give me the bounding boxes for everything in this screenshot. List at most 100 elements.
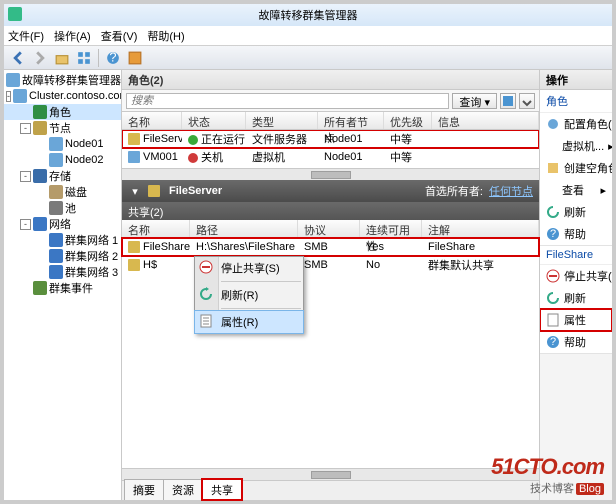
scrollbar-thumb[interactable] <box>311 171 351 179</box>
chevron-down-icon[interactable]: ▾ <box>128 184 142 198</box>
properties-icon <box>199 314 215 330</box>
refresh-icon <box>546 205 560 219</box>
fileserver-icon <box>128 133 140 145</box>
action-refresh[interactable]: 刷新 <box>540 201 612 223</box>
tree-events[interactable]: 群集事件 <box>4 280 121 296</box>
tree-nodes[interactable]: -节点 <box>4 120 121 136</box>
tree-root[interactable]: 故障转移群集管理器 <box>4 72 121 88</box>
shares-grid: 名称 路径 协议 连续可用性 注解 FileShare H:\Shares\Fi… <box>122 220 539 500</box>
action-stop-share[interactable]: 停止共享(R) <box>540 265 612 287</box>
svg-text:?: ? <box>109 51 116 65</box>
action-create-empty[interactable]: 创建空角色(E) <box>540 157 612 179</box>
ctx-properties[interactable]: 属性(R) <box>195 311 303 333</box>
watermark: 51CTO.com 技术博客Blog <box>491 454 604 496</box>
role-row[interactable]: VM001 关机 虚拟机 Node01 中等 <box>122 148 539 166</box>
nav-tree[interactable]: 故障转移群集管理器 -Cluster.contoso.com 角色 -节点 No… <box>4 70 122 500</box>
col-info[interactable]: 信息 <box>432 112 539 129</box>
toolbar: ? <box>4 46 612 70</box>
col-status[interactable]: 状态 <box>182 112 246 129</box>
pref-owner-link[interactable]: 任何节点 <box>489 183 533 199</box>
app-icon <box>8 7 22 21</box>
tree-roles[interactable]: 角色 <box>4 104 121 120</box>
help-icon: ? <box>546 335 560 349</box>
col-path[interactable]: 路径 <box>190 220 298 237</box>
context-menu[interactable]: 停止共享(S) 刷新(R) 属性(R) <box>194 256 304 334</box>
action-help2[interactable]: ?帮助 <box>540 331 612 353</box>
center-panel: 角色(2) 查询 ▾ 名称 状态 类型 所有者节点 优先级 信息 FileSer… <box>122 70 540 500</box>
expander-icon[interactable]: - <box>20 219 31 230</box>
ctx-refresh[interactable]: 刷新(R) <box>195 284 303 306</box>
actions-group-fileshare: FileShare <box>540 246 612 265</box>
share-row[interactable]: FileShare H:\Shares\FileShare SMB Yes Fi… <box>122 238 539 256</box>
back-button[interactable] <box>8 48 28 68</box>
up-button[interactable] <box>52 48 72 68</box>
expander-icon[interactable]: - <box>6 91 11 102</box>
action-help[interactable]: ?帮助 <box>540 223 612 245</box>
forward-button[interactable] <box>30 48 50 68</box>
tree-storage[interactable]: -存储 <box>4 168 121 184</box>
tree-net1[interactable]: 群集网络 1 <box>4 232 121 248</box>
col-avail[interactable]: 连续可用性 <box>360 220 422 237</box>
col-name[interactable]: 名称 <box>122 112 182 129</box>
tree-net3[interactable]: 群集网络 3 <box>4 264 121 280</box>
pool-icon <box>49 201 63 215</box>
network-icon <box>33 217 47 231</box>
tab-share[interactable]: 共享 <box>202 479 242 500</box>
query-button[interactable]: 查询 ▾ <box>452 93 497 109</box>
list-options-button[interactable] <box>519 93 535 109</box>
refresh-icon <box>199 287 215 303</box>
tree-net2[interactable]: 群集网络 2 <box>4 248 121 264</box>
action-view[interactable]: 查看▸ <box>540 179 612 201</box>
search-input[interactable] <box>126 93 449 109</box>
action-vm[interactable]: 虚拟机...▸ <box>540 135 612 157</box>
grid-button[interactable] <box>74 48 94 68</box>
tree-node01[interactable]: Node01 <box>4 136 121 152</box>
col-name[interactable]: 名称 <box>122 220 190 237</box>
tree-cluster[interactable]: -Cluster.contoso.com <box>4 88 121 104</box>
action-refresh2[interactable]: 刷新 <box>540 287 612 309</box>
window-title: 故障转移群集管理器 <box>259 7 358 23</box>
svg-text:?: ? <box>550 228 556 240</box>
tab-resource[interactable]: 资源 <box>163 479 203 500</box>
help-button[interactable]: ? <box>103 48 123 68</box>
tree-pools[interactable]: 池 <box>4 200 121 216</box>
col-owner[interactable]: 所有者节点 <box>318 112 384 129</box>
menu-action[interactable]: 操作(A) <box>54 28 91 44</box>
menu-file[interactable]: 文件(F) <box>8 28 44 44</box>
col-proto[interactable]: 协议 <box>298 220 360 237</box>
cluster-icon <box>13 89 27 103</box>
network-icon <box>49 233 63 247</box>
role-row[interactable]: FileServer 正在运行 文件服务器 Node01 中等 <box>122 130 539 148</box>
roles-icon <box>33 105 47 119</box>
tree-node02[interactable]: Node02 <box>4 152 121 168</box>
nodes-icon <box>33 121 47 135</box>
search-bar: 查询 ▾ <box>122 90 539 112</box>
grid-header: 名称 路径 协议 连续可用性 注解 <box>122 220 539 238</box>
expander-icon[interactable]: - <box>20 123 31 134</box>
share-row[interactable]: H$ SMB No 群集默认共享 <box>122 256 539 274</box>
configure-icon <box>546 117 560 131</box>
action-properties[interactable]: 属性 <box>540 309 612 331</box>
roles-section-header: 角色(2) <box>122 70 539 90</box>
pref-owner-label: 首选所有者: <box>425 183 483 199</box>
expander-icon[interactable]: - <box>20 171 31 182</box>
col-priority[interactable]: 优先级 <box>384 112 432 129</box>
actions-group-roles: 角色 <box>540 90 612 113</box>
disk-icon <box>49 185 63 199</box>
properties-button[interactable] <box>125 48 145 68</box>
menu-view[interactable]: 查看(V) <box>101 28 138 44</box>
tree-disks[interactable]: 磁盘 <box>4 184 121 200</box>
tree-networks[interactable]: -网络 <box>4 216 121 232</box>
col-note[interactable]: 注解 <box>422 220 539 237</box>
ctx-stop-share[interactable]: 停止共享(S) <box>195 257 303 279</box>
tab-summary[interactable]: 摘要 <box>124 479 164 500</box>
scrollbar-thumb[interactable] <box>311 471 351 479</box>
col-type[interactable]: 类型 <box>246 112 318 129</box>
network-icon <box>49 265 63 279</box>
save-query-button[interactable] <box>500 93 516 109</box>
menu-help[interactable]: 帮助(H) <box>147 28 184 44</box>
action-configure-role[interactable]: 配置角色(R)... <box>540 113 612 135</box>
h-scrollbar[interactable] <box>122 168 539 180</box>
help-icon: ? <box>546 227 560 241</box>
grid-header: 名称 状态 类型 所有者节点 优先级 信息 <box>122 112 539 130</box>
